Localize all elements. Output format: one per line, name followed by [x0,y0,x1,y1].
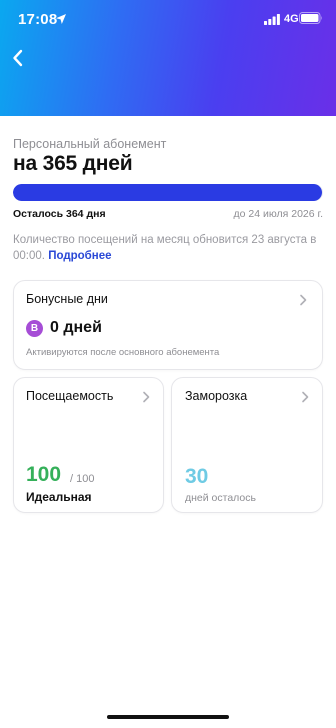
bonus-days-value: 0 дней [50,319,102,336]
bonus-days-note: Активируются после основного абонемента [26,347,220,358]
home-indicator [107,715,229,719]
chevron-right-icon [302,391,309,403]
header-banner: 17:08 4G [0,0,336,116]
end-date: до 24 июля 2026 г. [233,208,323,220]
subscription-progress-fill [13,184,323,201]
network-label: 4G [284,13,299,25]
subscription-label: Персональный абонемент [13,137,167,151]
signal-bars-icon [264,14,280,25]
chevron-right-icon [300,294,307,306]
visits-renewal-info: Количество посещений на месяц обновится … [13,233,318,264]
freeze-days-note: дней осталось [185,492,256,504]
more-info-link[interactable]: Подробнее [48,250,111,262]
attendance-title: Посещаемость [26,389,114,403]
freeze-card[interactable]: Заморозка 30 дней осталось [171,377,323,513]
freeze-title: Заморозка [185,389,248,403]
status-bar: 17:08 4G [0,0,336,40]
chevron-right-icon [143,391,150,403]
status-time: 17:08 [18,11,58,28]
subscription-title: на 365 дней [13,152,133,175]
attendance-total: / 100 [70,473,95,485]
attendance-value: 100 [26,463,62,486]
freeze-days-value: 30 [185,465,209,488]
battery-icon [299,12,322,24]
days-remaining: Осталось 364 дня [13,208,106,220]
attendance-card[interactable]: Посещаемость 100 / 100 Идеальная [13,377,164,513]
back-button[interactable] [6,45,32,71]
bonus-days-title: Бонусные дни [26,292,108,306]
location-arrow-icon [56,14,66,24]
bonus-days-card[interactable]: Бонусные дни B 0 дней Активируются после… [13,280,323,370]
subscription-progress-bar [13,184,323,201]
attendance-status: Идеальная [26,490,92,504]
bonus-badge-icon: B [26,320,43,337]
